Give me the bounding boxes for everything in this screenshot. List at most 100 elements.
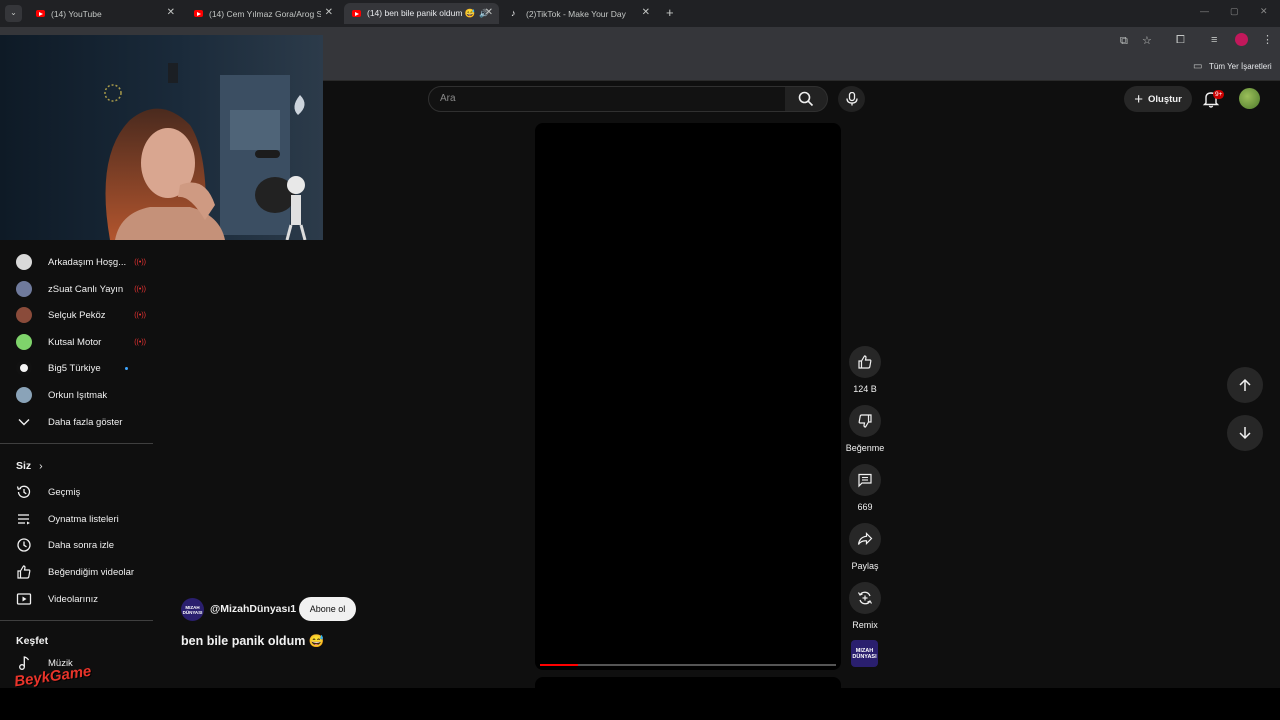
share-button[interactable]	[849, 523, 881, 555]
sidebar-subscription-item[interactable]: Big5 Türkiye	[16, 356, 146, 380]
sidebar-subscription-item[interactable]: Selçuk Peköz ((•))	[16, 303, 146, 327]
previous-short-button[interactable]	[1227, 367, 1263, 403]
create-button[interactable]: + Oluştur	[1124, 86, 1192, 112]
comments-button[interactable]	[849, 464, 881, 496]
voice-search-button[interactable]	[838, 86, 865, 112]
sidebar-subscription-item[interactable]: zSuat Canlı Yayın ((•))	[16, 277, 146, 301]
youtube-favicon-icon	[352, 10, 361, 17]
channel-avatar	[16, 360, 32, 376]
all-bookmarks-link[interactable]: Tüm Yer İşaretleri	[1209, 62, 1272, 71]
microphone-icon	[845, 92, 858, 106]
video-icon	[16, 591, 32, 607]
sidebar-item-liked-videos[interactable]: Beğendiğim videolar	[16, 560, 146, 584]
next-short-button[interactable]	[1227, 415, 1263, 451]
you-section-title[interactable]: Siz ›	[16, 460, 43, 472]
share-label: Paylaş	[851, 561, 879, 571]
thumbs-up-icon	[16, 564, 32, 580]
close-window-icon[interactable]: ✕	[1260, 6, 1268, 17]
audio-source-thumbnail[interactable]: MIZAH DÜNYASI	[851, 640, 878, 667]
sidebar-subscription-item[interactable]: Kutsal Motor ((•))	[16, 330, 146, 354]
comment-icon	[858, 473, 872, 488]
like-count: 124 B	[853, 384, 877, 394]
like-action[interactable]: 124 B	[845, 346, 885, 394]
tab-tiktok[interactable]: ♪ (2)TikTok - Make Your Day ✕	[503, 3, 656, 24]
sidebar-item-playlists[interactable]: Oynatma listeleri	[16, 507, 146, 531]
cast-icon[interactable]: ⧉	[1120, 35, 1128, 48]
dislike-action[interactable]: Beğenme	[845, 405, 885, 453]
share-icon	[857, 532, 873, 545]
tab-label: (14) ben bile panik oldum 😅	[367, 8, 476, 18]
sidebar-item-history[interactable]: Geçmiş	[16, 480, 146, 504]
explore-section-title: Keşfet	[16, 635, 49, 647]
live-indicator-icon: ((•))	[134, 258, 146, 266]
playlist-icon	[16, 511, 32, 527]
taskbar-strip	[0, 688, 1280, 720]
minimize-icon[interactable]: —	[1200, 6, 1209, 16]
new-tab-button[interactable]: +	[666, 5, 674, 20]
bookmark-star-icon[interactable]: ☆	[1142, 34, 1152, 47]
channel-avatar	[16, 387, 32, 403]
account-avatar[interactable]	[1239, 88, 1260, 109]
tab-youtube-home[interactable]: (14) YouTube ✕	[28, 3, 181, 24]
tab-label: (2)TikTok - Make Your Day	[526, 8, 626, 19]
channel-name: Big5 Türkiye	[48, 362, 101, 374]
media-control-icon[interactable]: ≡	[1211, 34, 1217, 46]
tab-label: (14) YouTube	[51, 8, 102, 19]
close-tab-icon[interactable]: ✕	[485, 7, 493, 18]
dislike-label: Beğenme	[845, 443, 885, 453]
create-label: Oluştur	[1147, 93, 1182, 105]
extensions-icon[interactable]: ⧠	[1176, 34, 1185, 47]
clock-icon	[16, 537, 32, 553]
maximize-icon[interactable]: ▢	[1230, 6, 1239, 17]
remix-action[interactable]: Remix	[845, 582, 885, 630]
sidebar-item-watch-later[interactable]: Daha sonra izle	[16, 533, 146, 557]
search-icon	[798, 91, 814, 107]
video-progress-bar[interactable]	[540, 664, 836, 666]
sidebar-item-your-videos[interactable]: Videolarınız	[16, 587, 146, 611]
webcam-image	[0, 35, 323, 240]
tiktok-favicon-icon: ♪	[511, 8, 516, 18]
search-button[interactable]	[785, 86, 828, 112]
close-tab-icon[interactable]: ✕	[642, 7, 650, 18]
close-tab-icon[interactable]: ✕	[167, 7, 175, 18]
subscribe-button[interactable]: Abone ol	[299, 597, 356, 621]
sidebar-item-label: Videolarınız	[48, 593, 98, 605]
search-input[interactable]: Ara	[428, 86, 786, 112]
channel-name: Arkadaşım Hoşg...	[48, 256, 127, 268]
share-action[interactable]: Paylaş	[845, 523, 885, 571]
history-icon	[16, 484, 32, 500]
remix-label: Remix	[852, 620, 878, 630]
tab-cem-yilmaz[interactable]: (14) Cem Yılmaz Gora/Arog Sah ✕	[186, 3, 339, 24]
channel-avatar	[16, 307, 32, 323]
channel-avatar[interactable]: MIZAH DÜNYASI	[181, 598, 204, 621]
arrow-down-icon	[1239, 427, 1251, 440]
browser-tab-bar: ⌄ (14) YouTube ✕ (14) Cem Yılmaz Gora/Ar…	[0, 0, 1280, 27]
new-content-dot	[125, 366, 128, 370]
remix-icon	[857, 591, 873, 605]
sidebar-subscription-item[interactable]: Arkadaşım Hoşg... ((•))	[16, 250, 146, 274]
tab-current-short[interactable]: (14) ben bile panik oldum 😅 🔊 ✕	[344, 3, 499, 24]
youtube-favicon-icon	[36, 10, 45, 17]
close-tab-icon[interactable]: ✕	[325, 7, 333, 18]
channel-name: Kutsal Motor	[48, 336, 102, 348]
notification-badge: 9+	[1213, 90, 1225, 99]
tab-search-icon[interactable]: ⌄	[5, 5, 22, 22]
sidebar-item-label: Oynatma listeleri	[48, 513, 119, 525]
menu-dots-icon[interactable]: ⋮	[1262, 33, 1273, 46]
short-video-player[interactable]	[535, 123, 841, 670]
you-title-label: Siz	[16, 460, 32, 472]
remix-button[interactable]	[849, 582, 881, 614]
channel-handle[interactable]: @MizahDünyası1	[210, 603, 296, 615]
show-more-button[interactable]: Daha fazla göster	[16, 410, 146, 434]
dislike-button[interactable]	[849, 405, 881, 437]
like-button[interactable]	[849, 346, 881, 378]
channel-avatar	[16, 254, 32, 270]
comments-action[interactable]: 669	[845, 464, 885, 512]
divider	[0, 620, 153, 621]
music-icon	[16, 655, 32, 671]
profile-icon[interactable]	[1235, 33, 1248, 46]
video-progress-fill	[540, 664, 579, 666]
sidebar-subscription-item[interactable]: Orkun Işıtmak	[16, 383, 146, 407]
channel-name: Selçuk Peköz	[48, 309, 106, 321]
chevron-down-icon	[16, 414, 32, 430]
